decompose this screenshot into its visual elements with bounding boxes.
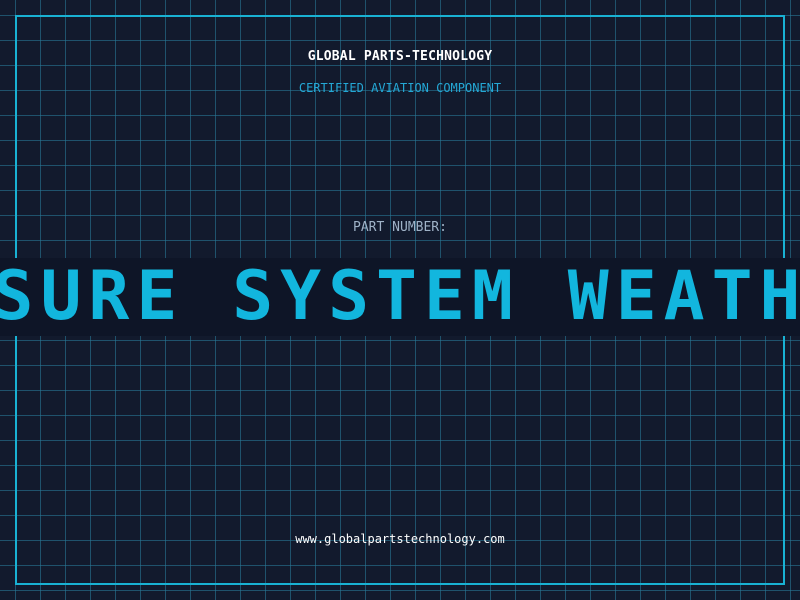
website-link[interactable]: www.globalpartstechnology.com <box>0 531 800 547</box>
part-number-band: SSURE SYSTEM WEATHE <box>0 258 800 336</box>
part-number-value: SSURE SYSTEM WEATHE <box>0 258 800 336</box>
certification-subtitle: CERTIFIED AVIATION COMPONENT <box>298 81 502 95</box>
company-name: GLOBAL PARTS-TECHNOLOGY <box>307 49 493 64</box>
part-number-label: PART NUMBER: <box>353 220 447 235</box>
certificate-card: GLOBAL PARTS-TECHNOLOGY CERTIFIED AVIATI… <box>0 0 800 600</box>
